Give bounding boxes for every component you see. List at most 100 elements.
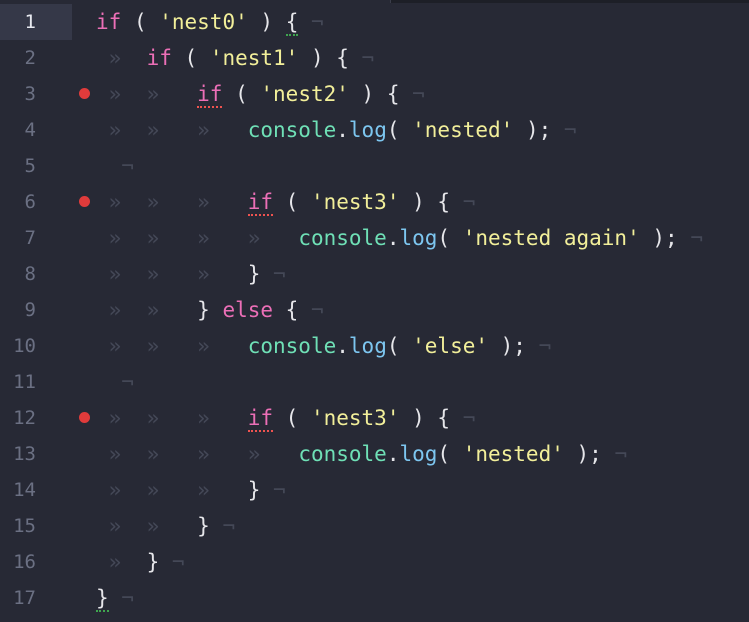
- indent-marker: »: [197, 226, 248, 250]
- line-number: 3: [24, 83, 36, 105]
- code-line[interactable]: ¬: [96, 364, 134, 400]
- breakpoint-icon[interactable]: [79, 412, 90, 423]
- gutter-row[interactable]: 13: [0, 436, 72, 472]
- object-token: console: [247, 118, 337, 142]
- gutter-row[interactable]: 7: [0, 220, 72, 256]
- indent-marker: »: [146, 190, 198, 214]
- indent-marker: »: [197, 334, 248, 358]
- gutter-row[interactable]: 8: [0, 256, 72, 292]
- gutter-row[interactable]: 17: [0, 580, 72, 616]
- punctuation-token: (: [437, 226, 463, 250]
- indent-marker: »: [96, 550, 147, 574]
- line-number: 14: [13, 479, 36, 501]
- punctuation-token: (: [386, 118, 413, 142]
- gutter-row[interactable]: 4: [0, 112, 72, 148]
- line-number: 1: [24, 11, 36, 33]
- indent-marker: »: [197, 406, 248, 430]
- newline-marker: ¬: [108, 586, 134, 610]
- code-line[interactable]: » » } else { ¬: [96, 292, 324, 328]
- punctuation-token: (: [273, 190, 311, 214]
- line-number: 6: [24, 191, 36, 213]
- indent-marker: »: [146, 406, 198, 430]
- code-line[interactable]: » » if ( 'nest2' ) { ¬: [96, 76, 425, 112]
- indent-marker: »: [146, 118, 198, 142]
- code-line[interactable]: » » } ¬: [96, 508, 235, 544]
- punctuation-token: .: [336, 118, 349, 142]
- punctuation-token: );: [563, 442, 602, 466]
- gutter-row[interactable]: 6: [0, 184, 72, 220]
- function-token: log: [348, 118, 387, 142]
- gutter-row[interactable]: 16: [0, 544, 72, 580]
- code-line[interactable]: » » » » console.log( 'nested' ); ¬: [96, 436, 627, 472]
- indent-marker: »: [197, 190, 248, 214]
- punctuation-token: }: [247, 262, 261, 286]
- code-line[interactable]: » » » » console.log( 'nested again' ); ¬: [96, 220, 703, 256]
- string-token: 'nest1': [209, 46, 299, 70]
- code-line[interactable]: ¬: [96, 148, 134, 184]
- indent-marker: »: [146, 442, 198, 466]
- newline-marker: ¬: [298, 298, 324, 322]
- string-token: 'nest0': [159, 10, 248, 34]
- keyword-token: if: [146, 46, 172, 70]
- line-number: 5: [24, 155, 36, 177]
- string-token: 'nested again': [462, 226, 640, 250]
- code-line[interactable]: » » » console.log( 'else' ); ¬: [96, 328, 552, 364]
- gutter-row[interactable]: 3: [0, 76, 72, 112]
- code-line[interactable]: } ¬: [96, 580, 134, 616]
- gutter-row[interactable]: 15: [0, 508, 72, 544]
- breakpoint-icon[interactable]: [79, 88, 90, 99]
- gutter-row[interactable]: 10: [0, 328, 72, 364]
- punctuation-token: ) {: [298, 46, 349, 70]
- punctuation-token: }: [197, 514, 210, 538]
- punctuation-token: ) {: [399, 406, 451, 430]
- code-line[interactable]: » » » if ( 'nest3' ) { ¬: [96, 184, 475, 220]
- gutter-row[interactable]: 9: [0, 292, 72, 328]
- function-token: log: [348, 334, 387, 358]
- indent-marker: »: [146, 514, 198, 538]
- code-line[interactable]: » » » console.log( 'nested' ); ¬: [96, 112, 577, 148]
- breakpoint-icon[interactable]: [79, 196, 90, 207]
- line-number: 15: [13, 515, 36, 537]
- punctuation-token: );: [513, 118, 552, 142]
- code-line[interactable]: » if ( 'nest1' ) { ¬: [96, 40, 375, 76]
- code-line[interactable]: » } ¬: [96, 544, 185, 580]
- string-token: 'else': [412, 334, 488, 358]
- gutter-row[interactable]: 5: [0, 148, 72, 184]
- object-token: console: [247, 334, 337, 358]
- punctuation-token: }: [96, 586, 109, 612]
- indent-marker: »: [96, 298, 147, 322]
- code-line[interactable]: if ( 'nest0' ) { ¬: [96, 4, 324, 40]
- line-number: 11: [13, 371, 36, 393]
- function-token: log: [399, 226, 438, 250]
- string-token: 'nested': [412, 118, 514, 142]
- code-line[interactable]: » » » if ( 'nest3' ) { ¬: [96, 400, 475, 436]
- punctuation-token: (: [386, 334, 413, 358]
- line-number: 4: [24, 119, 36, 141]
- line-number-gutter[interactable]: 1 2 3 4 5 6 7 8 9 10 11 12 13 14 15 16 17: [0, 0, 72, 622]
- gutter-row[interactable]: 2: [0, 40, 72, 76]
- newline-marker: ¬: [96, 370, 134, 394]
- indent-marker: »: [146, 262, 198, 286]
- indent-marker: »: [96, 478, 147, 502]
- line-number: 17: [13, 587, 36, 609]
- code-line[interactable]: » » » } ¬: [96, 472, 286, 508]
- punctuation-token: .: [336, 334, 349, 358]
- code-editor[interactable]: 1 2 3 4 5 6 7 8 9 10 11 12 13 14 15 16 17 if ( 'nest0' )…: [0, 0, 749, 622]
- indent-marker: »: [96, 262, 147, 286]
- punctuation-token: (: [171, 46, 210, 70]
- line-number: 16: [13, 551, 36, 573]
- indent-marker: »: [96, 334, 147, 358]
- object-token: console: [298, 226, 387, 250]
- gutter-row[interactable]: 11: [0, 364, 72, 400]
- newline-marker: ¬: [551, 118, 577, 142]
- gutter-row[interactable]: 12: [0, 400, 72, 436]
- code-line[interactable]: » » » } ¬: [96, 256, 286, 292]
- gutter-row[interactable]: 1: [0, 4, 72, 40]
- punctuation-token: );: [639, 226, 678, 250]
- punctuation-token: .: [386, 226, 400, 250]
- newline-marker: ¬: [601, 442, 628, 466]
- newline-marker: ¬: [159, 550, 185, 574]
- gutter-row[interactable]: 14: [0, 472, 72, 508]
- line-number: 13: [13, 443, 36, 465]
- function-token: log: [399, 442, 438, 466]
